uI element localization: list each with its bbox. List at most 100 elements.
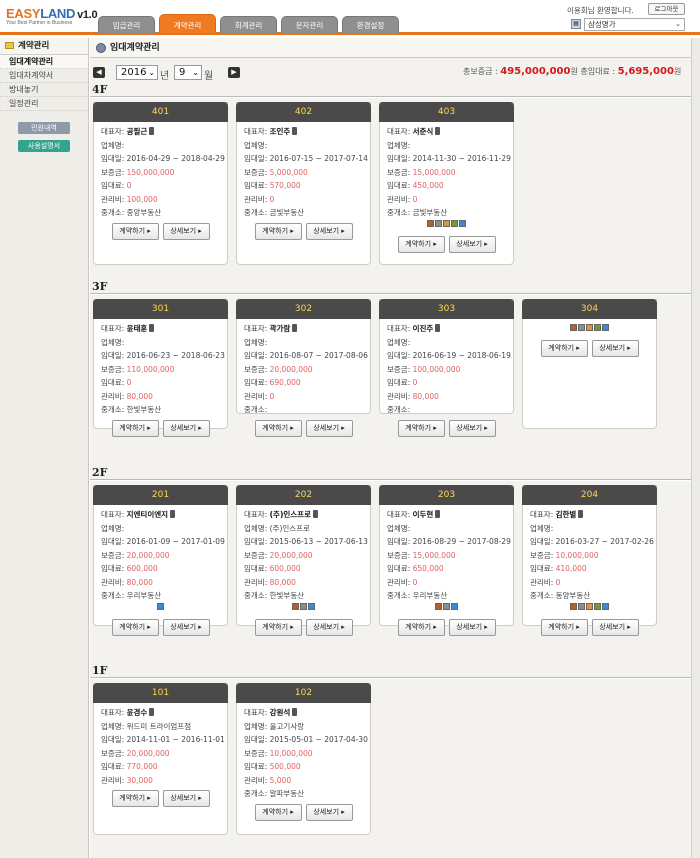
- status-ic4-icon[interactable]: [451, 219, 458, 227]
- status-ic2-icon[interactable]: [578, 324, 585, 331]
- phone-icon[interactable]: [170, 510, 176, 518]
- detail-button[interactable]: 상세보기 ▸: [162, 790, 210, 807]
- status-ic3-icon[interactable]: [586, 324, 593, 331]
- status-ic5-icon[interactable]: [602, 324, 609, 331]
- biz-name: 올고기사랑: [269, 721, 305, 731]
- rent-label: 임대료:: [387, 564, 411, 573]
- prev-month-arrow-icon[interactable]: ◀: [93, 67, 105, 78]
- agent-row: 중개소: 금빛부동산: [387, 206, 513, 220]
- tab-accounting[interactable]: 회계관리: [220, 16, 277, 33]
- next-month-arrow-icon[interactable]: ▶: [228, 67, 240, 78]
- mgmt-value: 80,000: [126, 577, 153, 587]
- rep-row: 대표자: 이진주: [387, 322, 513, 336]
- biz-row: 업체명:: [244, 336, 370, 350]
- phone-icon[interactable]: [435, 324, 441, 332]
- deposit-value: 15,000,000: [412, 167, 456, 177]
- status-ic3-icon[interactable]: [443, 219, 450, 227]
- detail-button[interactable]: 상세보기 ▸: [305, 618, 353, 636]
- detail-button[interactable]: 상세보기 ▸: [162, 222, 210, 240]
- status-ic5-icon[interactable]: [308, 602, 315, 610]
- year-select[interactable]: 2016 ⌄: [116, 65, 158, 80]
- detail-button[interactable]: 상세보기 ▸: [448, 235, 496, 253]
- rent-value: 600,000: [126, 564, 158, 573]
- user-manual-button[interactable]: 사용설명서: [18, 140, 70, 152]
- tab-contract[interactable]: 계약관리: [159, 14, 216, 33]
- rep-label: 대표자:: [387, 127, 411, 136]
- contract-button[interactable]: 계약하기 ▸: [254, 618, 302, 636]
- status-ic1-icon[interactable]: [570, 602, 577, 610]
- contract-button[interactable]: 계약하기 ▸: [254, 419, 302, 437]
- status-ic1-icon[interactable]: [435, 602, 442, 610]
- rep-row: 대표자: 곽가람: [244, 322, 370, 336]
- tab-settings[interactable]: 환경설정: [342, 16, 399, 33]
- detail-button[interactable]: 상세보기 ▸: [162, 618, 210, 636]
- phone-icon[interactable]: [578, 510, 584, 518]
- detail-button[interactable]: 상세보기 ▸: [305, 419, 353, 437]
- detail-button[interactable]: 상세보기 ▸: [591, 340, 639, 357]
- contract-button[interactable]: 계약하기 ▸: [540, 340, 588, 357]
- contract-button[interactable]: 계약하기 ▸: [254, 222, 302, 240]
- sidebar-item-lease-management[interactable]: 임대계약관리: [0, 55, 88, 69]
- vertical-scrollbar[interactable]: [691, 38, 700, 858]
- contract-button[interactable]: 계약하기 ▸: [254, 803, 302, 821]
- status-ic1-icon[interactable]: [570, 324, 577, 331]
- deposit-row: 보증금: 15,000,000: [387, 549, 513, 563]
- status-ic5-icon[interactable]: [451, 602, 458, 610]
- status-ic5-icon[interactable]: [459, 219, 466, 227]
- phone-icon[interactable]: [292, 708, 298, 716]
- contract-button[interactable]: 계약하기 ▸: [111, 419, 159, 437]
- status-ic2-icon[interactable]: [443, 602, 450, 610]
- detail-button[interactable]: 상세보기 ▸: [448, 419, 496, 437]
- phone-icon[interactable]: [312, 510, 318, 518]
- complaint-history-button[interactable]: 민원내역: [18, 122, 70, 134]
- status-ic1-icon[interactable]: [292, 602, 299, 610]
- status-ic2-icon[interactable]: [578, 602, 585, 610]
- sidebar-item-room-listing[interactable]: 방내놓기: [0, 83, 88, 97]
- building-select[interactable]: 삼성명가 ⌄: [584, 18, 685, 31]
- status-ic4-icon[interactable]: [594, 602, 601, 610]
- contract-button[interactable]: 계약하기 ▸: [397, 419, 445, 437]
- agent-label: 중개소:: [244, 208, 268, 217]
- rep-row: 대표자: 이두현: [387, 508, 513, 522]
- sidebar-item-lease-contract[interactable]: 임대차계약서: [0, 69, 88, 83]
- contract-button[interactable]: 계약하기 ▸: [111, 222, 159, 240]
- deposit-label: 보증금:: [387, 364, 411, 374]
- month-select[interactable]: 9 ⌄: [174, 65, 202, 80]
- sidebar-title-text: 계약관리: [18, 41, 50, 51]
- detail-button[interactable]: 상세보기 ▸: [305, 803, 353, 821]
- rep-row: 대표자: 윤태훈: [101, 322, 227, 336]
- period-label: 임대일:: [101, 154, 125, 163]
- status-ic2-icon[interactable]: [300, 602, 307, 610]
- phone-icon[interactable]: [149, 708, 155, 716]
- contract-button[interactable]: 계약하기 ▸: [397, 235, 445, 253]
- phone-icon[interactable]: [149, 324, 155, 332]
- status-ic5-icon[interactable]: [157, 602, 164, 610]
- contract-button[interactable]: 계약하기 ▸: [397, 618, 445, 636]
- unit-number: 401: [93, 102, 228, 122]
- floor-label: 1F: [92, 664, 108, 677]
- unit-details: 대표자: 이두현 업체명: 임대일: 2016-08-29 ~ 2017-08-2…: [380, 505, 513, 603]
- detail-button[interactable]: 상세보기 ▸: [305, 222, 353, 240]
- detail-button[interactable]: 상세보기 ▸: [591, 618, 639, 636]
- status-ic2-icon[interactable]: [435, 219, 442, 227]
- contract-button[interactable]: 계약하기 ▸: [111, 618, 159, 636]
- logout-button[interactable]: 로그아웃: [648, 3, 685, 15]
- tab-billing[interactable]: 임급관리: [98, 16, 155, 33]
- phone-icon[interactable]: [292, 127, 298, 135]
- contract-button[interactable]: 계약하기 ▸: [111, 790, 159, 807]
- phone-icon[interactable]: [149, 127, 155, 135]
- detail-button[interactable]: 상세보기 ▸: [448, 618, 496, 636]
- detail-button[interactable]: 상세보기 ▸: [162, 419, 210, 437]
- phone-icon[interactable]: [435, 127, 441, 135]
- logo[interactable]: EASYLAND v1.0: [6, 6, 98, 21]
- status-ic4-icon[interactable]: [594, 324, 601, 331]
- status-ic1-icon[interactable]: [427, 219, 434, 227]
- contract-button[interactable]: 계약하기 ▸: [540, 618, 588, 636]
- sidebar-item-schedule[interactable]: 일정관리: [0, 97, 88, 111]
- status-ic3-icon[interactable]: [586, 602, 593, 610]
- status-ic5-icon[interactable]: [602, 602, 609, 610]
- agent-value: 금빛부동산: [269, 208, 305, 217]
- tab-sms[interactable]: 문자관리: [281, 16, 338, 33]
- phone-icon[interactable]: [435, 510, 441, 518]
- phone-icon[interactable]: [292, 324, 298, 332]
